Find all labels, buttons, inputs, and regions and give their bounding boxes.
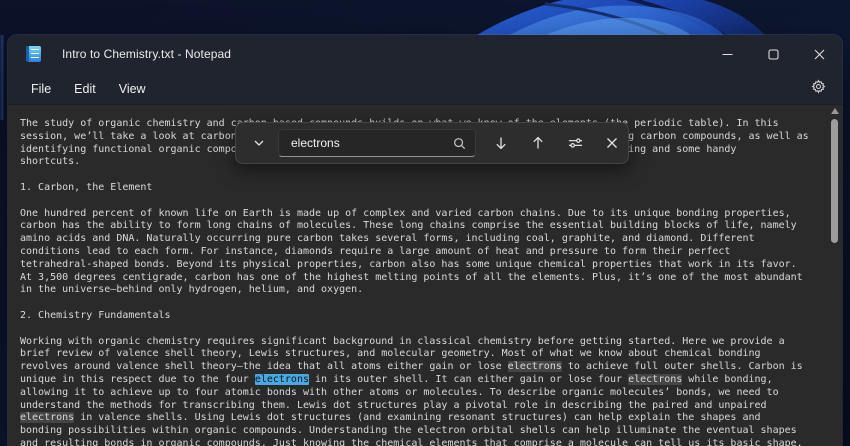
find-current-match: electrons	[255, 374, 309, 385]
scroll-up-arrow-icon[interactable]	[831, 108, 839, 114]
text-line: bonding possibilities within organic com…	[20, 425, 828, 438]
find-close-button[interactable]	[597, 128, 627, 158]
find-bar	[235, 122, 629, 164]
text-line: conditions lead to each form. For instan…	[20, 246, 828, 259]
text-line: revolves around valence shell theory—the…	[20, 361, 828, 374]
text-line: 1. Carbon, the Element	[20, 182, 828, 195]
text-line: understand the methods for transcribing …	[20, 400, 828, 413]
text-line: One hundred percent of known life on Ear…	[20, 208, 828, 221]
text-line: 2. Chemistry Fundamentals	[20, 310, 828, 323]
text-line	[20, 195, 828, 208]
gear-icon[interactable]	[811, 79, 826, 99]
text-line	[20, 297, 828, 310]
notepad-icon[interactable]	[26, 46, 41, 62]
search-icon	[453, 137, 466, 155]
find-input[interactable]	[279, 136, 439, 150]
text-line	[20, 323, 828, 336]
menu-file[interactable]: File	[22, 77, 60, 101]
text-line: allowing it to achieve up to four atomic…	[20, 387, 828, 400]
find-next-button[interactable]	[486, 128, 516, 158]
caption-buttons	[704, 35, 842, 73]
text-line: carbon has the ability to form long chai…	[20, 220, 828, 233]
text-line: unique in this respect due to the four e…	[20, 374, 828, 387]
notepad-window: Intro to Chemistry.txt - Notepad File Ed…	[8, 35, 842, 446]
text-line: amino acids and DNA. Naturally occurring…	[20, 233, 828, 246]
find-match: electrons	[628, 374, 682, 385]
find-match: electrons	[20, 412, 74, 423]
text-line	[20, 169, 828, 182]
text-line: in the universe—behind only hydrogen, he…	[20, 284, 828, 297]
find-match: electrons	[508, 361, 562, 372]
text-line: and resulting bonds in organic compounds…	[20, 438, 828, 446]
find-input-wrap	[278, 129, 476, 157]
text-line: At 3,500 degrees centigrade, carbon has …	[20, 272, 828, 285]
filter-sliders-icon[interactable]	[560, 128, 590, 158]
editor-area[interactable]: The study of organic chemistry and carbo…	[8, 105, 842, 446]
find-actions	[486, 128, 627, 158]
vertical-scrollbar[interactable]	[827, 105, 842, 446]
window-title: Intro to Chemistry.txt - Notepad	[62, 47, 231, 61]
text-line: tetrahedral-shaped bonds. Beyond its phy…	[20, 259, 828, 272]
minimize-button[interactable]	[704, 35, 750, 73]
find-previous-button[interactable]	[523, 128, 553, 158]
chevron-down-icon[interactable]	[244, 128, 274, 158]
text-line: Working with organic chemistry requires …	[20, 336, 828, 349]
text-line: brief review of valence shell theory, Le…	[20, 348, 828, 361]
menu-view[interactable]: View	[110, 77, 155, 101]
scrollbar-thumb[interactable]	[831, 119, 838, 243]
text-line: electrons in valence shells. Using Lewis…	[20, 412, 828, 425]
text-lines: The study of organic chemistry and carbo…	[20, 118, 828, 446]
close-button[interactable]	[796, 35, 842, 73]
title-bar[interactable]: Intro to Chemistry.txt - Notepad	[8, 35, 842, 73]
maximize-button[interactable]	[750, 35, 796, 73]
menu-edit[interactable]: Edit	[65, 77, 105, 101]
menu-bar: File Edit View	[8, 73, 842, 105]
